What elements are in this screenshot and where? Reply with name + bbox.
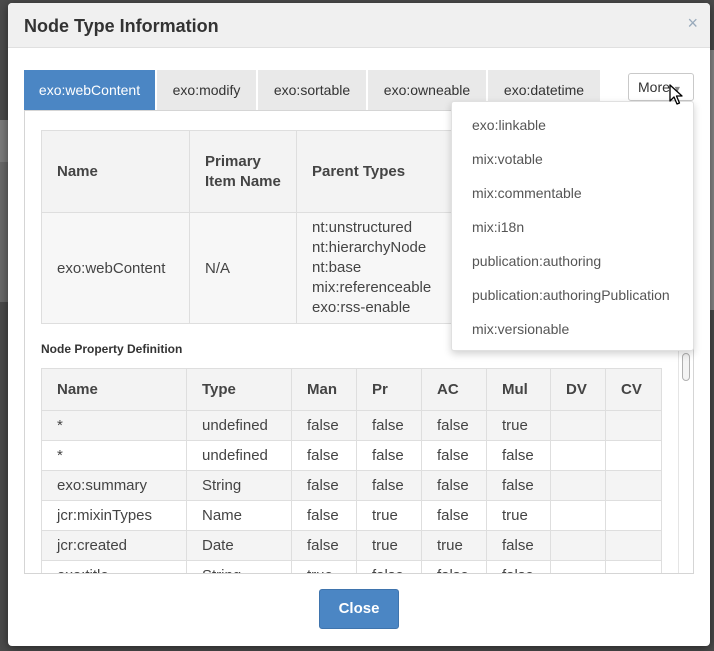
table-cell: false xyxy=(291,410,357,441)
background-page-fragment xyxy=(0,120,8,162)
section-title: Node Property Definition xyxy=(41,342,183,356)
dropdown-item-mix-versionable[interactable]: mix:versionable xyxy=(472,321,569,337)
table-cell: false xyxy=(291,500,357,531)
node-type-table: Name Primary Item Name Parent Types exo:… xyxy=(41,130,497,324)
table-cell: false xyxy=(486,560,551,573)
dropdown-item-mix-commentable[interactable]: mix:commentable xyxy=(472,185,582,201)
table-cell: false xyxy=(486,530,551,561)
table-cell: String xyxy=(186,470,292,501)
table-cell: false xyxy=(291,530,357,561)
more-button-label: More xyxy=(638,79,670,95)
table-cell: false xyxy=(421,560,487,573)
table-cell: String xyxy=(186,560,292,573)
table-cell: * xyxy=(41,410,187,441)
table-cell: Name xyxy=(186,500,292,531)
tab-exo-webcontent[interactable]: exo:webContent xyxy=(24,70,157,110)
table-cell: false xyxy=(356,410,422,441)
table-cell: false xyxy=(421,500,487,531)
table-row: * undefined false false false false xyxy=(41,440,662,471)
table-cell xyxy=(550,530,606,561)
node-type-name: exo:webContent xyxy=(41,212,190,324)
table-cell: false xyxy=(356,440,422,471)
table-cell: false xyxy=(356,560,422,573)
primary-item-name: N/A xyxy=(189,212,297,324)
close-button[interactable]: Close xyxy=(319,589,399,629)
scrollbar-thumb[interactable] xyxy=(682,353,690,381)
table-cell xyxy=(605,500,662,531)
background-page-fragment xyxy=(0,162,8,302)
table-cell xyxy=(550,440,606,471)
dialog-title: Node Type Information xyxy=(24,16,219,36)
column-header-primary-item: Primary Item Name xyxy=(189,130,297,213)
tab-exo-sortable[interactable]: exo:sortable xyxy=(258,70,368,110)
table-cell: false xyxy=(486,470,551,501)
table-cell xyxy=(605,440,662,471)
column-header: AC xyxy=(421,368,487,411)
dropdown-item-publication-authoringpublication[interactable]: publication:authoringPublication xyxy=(472,287,670,303)
table-cell: true xyxy=(356,500,422,531)
table-cell xyxy=(605,560,662,573)
dropdown-item-mix-votable[interactable]: mix:votable xyxy=(472,151,543,167)
table-cell: false xyxy=(421,410,487,441)
table-cell: true xyxy=(291,560,357,573)
mouse-cursor-icon xyxy=(669,84,683,105)
table-row: exo:summary String false false false fal… xyxy=(41,470,662,501)
table-row: jcr:mixinTypes Name false true false tru… xyxy=(41,500,662,531)
table-cell xyxy=(550,500,606,531)
table-cell xyxy=(605,410,662,441)
table-cell: false xyxy=(291,470,357,501)
column-header: Name xyxy=(41,368,187,411)
table-cell: false xyxy=(421,440,487,471)
table-cell: jcr:created xyxy=(41,530,187,561)
table-header-row: Name Primary Item Name Parent Types xyxy=(41,130,497,213)
more-tabs-dropdown: exo:linkable mix:votable mix:commentable… xyxy=(451,101,694,351)
table-cell: true xyxy=(421,530,487,561)
table-cell: false xyxy=(421,470,487,501)
table-cell: false xyxy=(486,440,551,471)
table-cell: undefined xyxy=(186,410,292,441)
table-cell: * xyxy=(41,440,187,471)
table-cell: exo:summary xyxy=(41,470,187,501)
table-cell: true xyxy=(486,410,551,441)
table-cell: true xyxy=(486,500,551,531)
column-header: Mul xyxy=(486,368,551,411)
close-icon[interactable]: × xyxy=(687,13,698,34)
tab-exo-modify[interactable]: exo:modify xyxy=(157,70,258,110)
table-cell: false xyxy=(291,440,357,471)
dropdown-item-publication-authoring[interactable]: publication:authoring xyxy=(472,253,601,269)
table-cell: jcr:mixinTypes xyxy=(41,500,187,531)
table-row: jcr:created Date false true true false xyxy=(41,530,662,561)
dropdown-item-exo-linkable[interactable]: exo:linkable xyxy=(472,117,546,133)
table-row: exo:webContent N/A nt:unstructured nt:hi… xyxy=(41,212,497,324)
table-cell xyxy=(550,410,606,441)
table-cell xyxy=(605,470,662,501)
column-header: Pr xyxy=(356,368,422,411)
column-header: DV xyxy=(550,368,606,411)
table-cell: true xyxy=(356,530,422,561)
table-cell: false xyxy=(356,470,422,501)
table-cell xyxy=(550,560,606,573)
table-row: exo:title String true false false false xyxy=(41,560,662,573)
dropdown-item-mix-i18n[interactable]: mix:i18n xyxy=(472,219,524,235)
table-cell xyxy=(550,470,606,501)
dialog-header: Node Type Information × xyxy=(8,3,710,48)
table-cell: Date xyxy=(186,530,292,561)
table-cell: undefined xyxy=(186,440,292,471)
property-definition-table: Name Type Man Pr AC Mul DV CV * undefine… xyxy=(41,368,662,573)
column-header-name: Name xyxy=(41,130,190,213)
table-cell: exo:title xyxy=(41,560,187,573)
table-header-row: Name Type Man Pr AC Mul DV CV xyxy=(41,368,662,411)
column-header: Type xyxy=(186,368,292,411)
column-header: Man xyxy=(291,368,357,411)
table-row: * undefined false false false true xyxy=(41,410,662,441)
table-cell xyxy=(605,530,662,561)
column-header: CV xyxy=(605,368,662,411)
more-tabs-button[interactable]: More ▼ xyxy=(628,73,694,101)
